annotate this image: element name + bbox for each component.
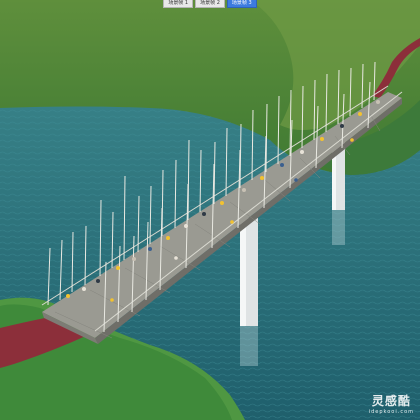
watermark-logo: 灵感酷 idepkooi.com: [369, 392, 414, 415]
tab-scene-1[interactable]: 场景帧 1: [163, 0, 194, 8]
tab-scene-3[interactable]: 场景帧 3: [226, 0, 257, 8]
watermark-brand: 灵感酷: [371, 394, 411, 408]
tab-scene-2[interactable]: 场景帧 2: [195, 0, 225, 8]
scene-render: [0, 0, 420, 420]
3d-viewport[interactable]: 场景帧 1 场景帧 2 场景帧 3 灵感酷 idepkooi.com: [0, 0, 420, 420]
scene-tab-bar: 场景帧 1 场景帧 2 场景帧 3: [0, 0, 420, 8]
watermark-url: idepkooi.com: [368, 409, 414, 415]
